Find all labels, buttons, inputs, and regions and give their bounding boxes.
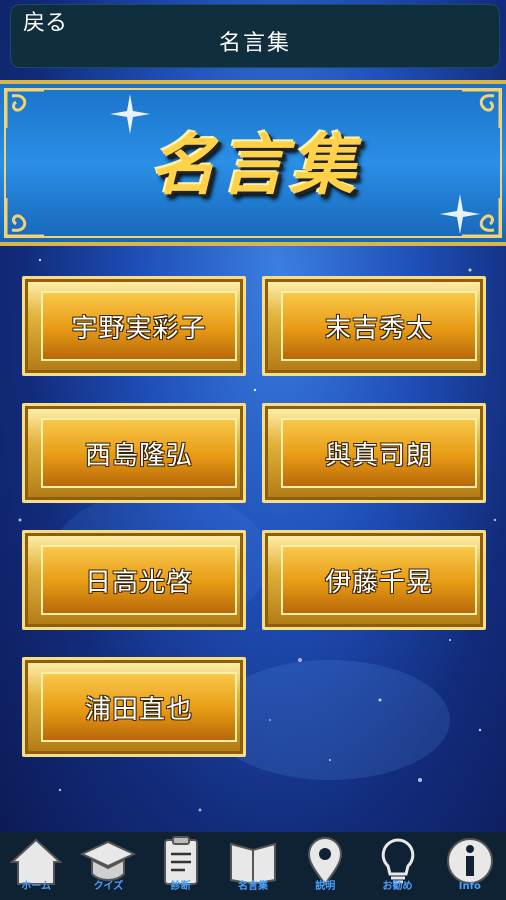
tab-explanation[interactable]: 説明 (289, 832, 361, 900)
button-face: 日高光啓 (41, 545, 237, 615)
member-button[interactable]: 日高光啓 (22, 530, 246, 630)
button-face: 浦田直也 (41, 672, 237, 742)
tab-label: 説明 (315, 881, 336, 892)
tab-recommend[interactable]: お勧め (361, 832, 433, 900)
tab-diagnosis[interactable]: 診断 (145, 832, 217, 900)
member-button[interactable]: 浦田直也 (22, 657, 246, 757)
sparkle-icon (440, 194, 480, 234)
title-banner: 名言集 (0, 80, 506, 246)
member-button[interactable]: 伊藤千晃 (262, 530, 486, 630)
tab-label: 名言集 (237, 881, 268, 892)
button-face: 伊藤千晃 (281, 545, 477, 615)
ornament-corner-icon (4, 88, 44, 128)
member-name: 宇野実彩子 (71, 313, 207, 344)
button-face: 西島隆弘 (41, 418, 237, 488)
member-button[interactable]: 與真司朗 (262, 403, 486, 503)
tab-home[interactable]: ホーム (0, 832, 72, 900)
banner-title: 名言集 (150, 126, 360, 204)
member-button[interactable]: 宇野実彩子 (22, 276, 246, 376)
ornament-corner-icon (462, 88, 502, 128)
button-face: 與真司朗 (281, 418, 477, 488)
tab-quiz[interactable]: クイズ (72, 832, 144, 900)
tab-bar: ホーム クイズ 診断 名言集 説明 お勧め Info (0, 832, 506, 900)
info-icon (446, 838, 493, 884)
member-name: 日高光啓 (84, 567, 193, 598)
member-button[interactable]: 西島隆弘 (22, 403, 246, 503)
member-button[interactable]: 末吉秀太 (262, 276, 486, 376)
tab-label: お勧め (382, 881, 413, 892)
tab-label: Info (458, 881, 481, 892)
ornament-corner-icon (4, 198, 44, 238)
member-name: 西島隆弘 (84, 440, 193, 471)
tab-label: 診断 (170, 881, 191, 892)
member-name: 末吉秀太 (324, 313, 433, 344)
button-face: 宇野実彩子 (41, 291, 237, 361)
tab-quotes[interactable]: 名言集 (217, 832, 289, 900)
navigation-bar: 戻る 名言集 (10, 4, 500, 68)
tab-info[interactable]: Info (434, 832, 506, 900)
member-name: 與真司朗 (324, 440, 433, 471)
button-face: 末吉秀太 (281, 291, 477, 361)
tab-label: ホーム (21, 881, 51, 892)
tab-label: クイズ (93, 881, 124, 892)
member-name: 伊藤千晃 (324, 567, 433, 598)
member-name: 浦田直也 (84, 694, 193, 725)
page-title: 名言集 (218, 31, 291, 56)
